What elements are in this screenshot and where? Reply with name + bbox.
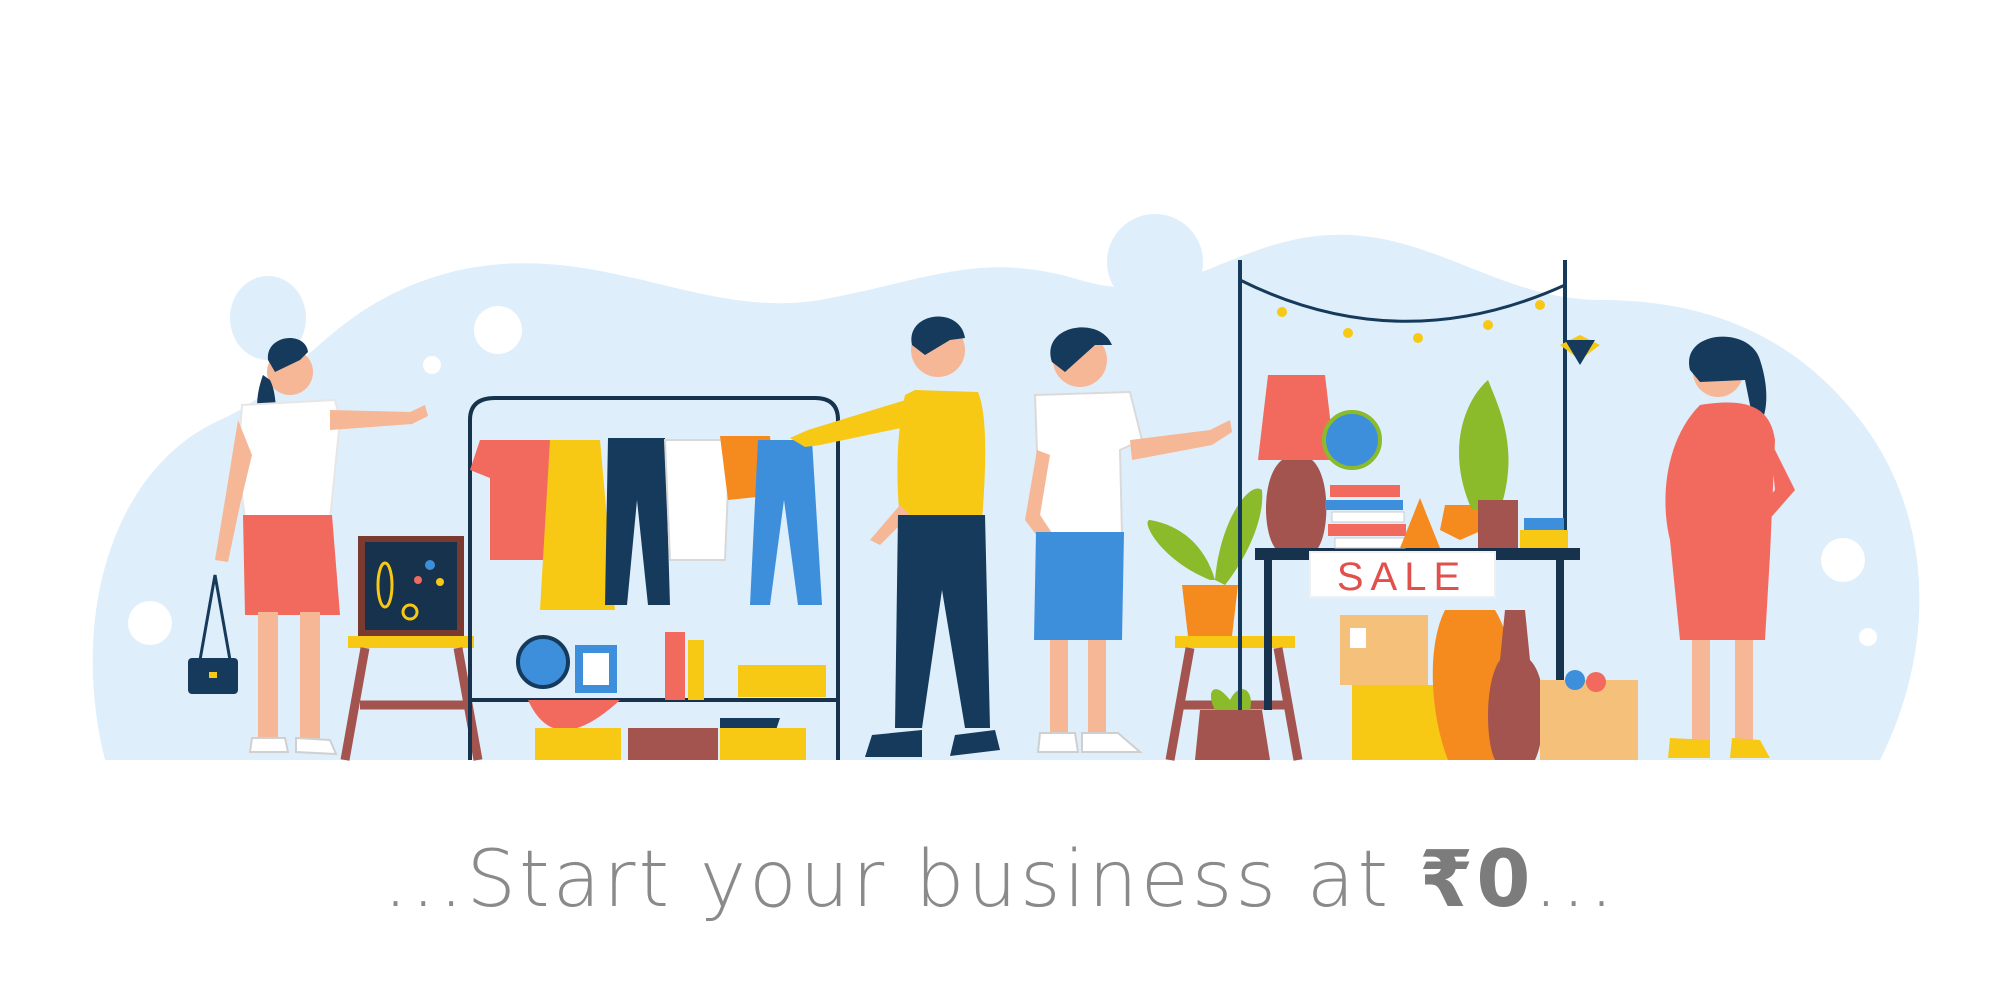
- tagline: ...Start your business at ₹0...: [0, 835, 2000, 925]
- sale-sign: SALE: [1337, 555, 1467, 599]
- tagline-prefix: ...Start your business at: [383, 835, 1419, 925]
- tagline-price: ₹0: [1418, 835, 1534, 925]
- tagline-suffix: ...: [1533, 835, 1617, 925]
- globe-icon: [1322, 410, 1382, 470]
- mirror-icon: [516, 635, 570, 689]
- background-blob: [92, 214, 1920, 760]
